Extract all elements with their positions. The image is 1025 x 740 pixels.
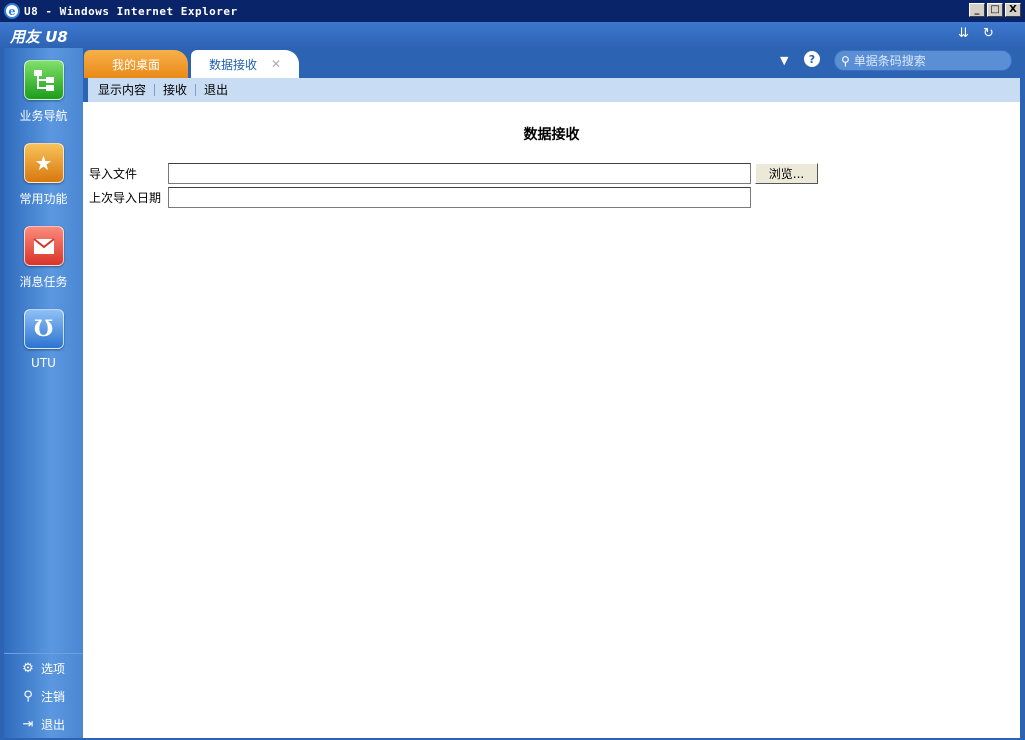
- sidebar-bottom-links: ⚙ 选项 ⚲ 注销 ⇥ 退出: [4, 653, 83, 738]
- utu-icon: Ʊ: [23, 309, 64, 349]
- org-chart-icon: [23, 60, 64, 100]
- tab-bar: 我的桌面 数据接收 ✕ ▼ ? ⚲ 单据条码搜索: [83, 48, 1020, 78]
- page-title: 数据接收: [523, 127, 580, 143]
- app-frame: 用友 U8 ⇊ ↻ 业务导航 ★ 常用功能 消息任务 Ʊ UTU ⚙ 选项 ⚲ …: [0, 22, 1025, 740]
- exit-link[interactable]: ⇥ 退出: [4, 710, 83, 738]
- collapse-menu-icon[interactable]: ⇊: [958, 26, 969, 41]
- search-icon: ⚲: [841, 53, 850, 68]
- mail-check-icon: [23, 226, 64, 266]
- search-placeholder: 单据条码搜索: [853, 54, 926, 68]
- main-content: 数据接收 导入文件 浏览... 上次导入日期: [83, 102, 1020, 738]
- sidebar-item-business-nav[interactable]: 业务导航: [4, 60, 83, 124]
- logout-link[interactable]: ⚲ 注销: [4, 682, 83, 710]
- chevron-down-icon[interactable]: ▼: [780, 54, 788, 67]
- tab-label: 数据接收: [208, 57, 257, 72]
- tab-data-receive[interactable]: 数据接收 ✕: [191, 50, 299, 78]
- toolbar: 显示内容 接收 退出: [83, 78, 1020, 102]
- tab-my-desktop[interactable]: 我的桌面: [84, 50, 188, 78]
- star-folder-icon: ★: [23, 143, 64, 183]
- last-import-date-label: 上次导入日期: [89, 191, 162, 205]
- import-file-label: 导入文件: [89, 167, 138, 181]
- last-import-date-input[interactable]: [168, 187, 751, 208]
- close-button[interactable]: X: [1005, 3, 1021, 17]
- window-titlebar: e U8 - Windows Internet Explorer _ □ X: [0, 0, 1025, 22]
- sidebar-item-message-tasks[interactable]: 消息任务: [4, 226, 83, 290]
- help-icon[interactable]: ?: [804, 51, 820, 67]
- sidebar-item-common-functions[interactable]: ★ 常用功能: [4, 143, 83, 207]
- sidebar-item-label: UTU: [31, 356, 56, 370]
- app-header: 用友 U8 ⇊ ↻: [0, 22, 1025, 48]
- show-content-button[interactable]: 显示内容: [98, 84, 156, 96]
- exit-icon: ⇥: [22, 716, 34, 732]
- import-file-input[interactable]: [168, 163, 751, 184]
- logout-label: 注销: [41, 689, 66, 704]
- key-icon: ⚲: [23, 688, 33, 704]
- minimize-button[interactable]: _: [969, 3, 985, 17]
- sidebar-item-utu[interactable]: Ʊ UTU: [4, 309, 83, 370]
- options-label: 选项: [41, 661, 66, 676]
- gear-icon: ⚙: [22, 660, 34, 676]
- receive-button[interactable]: 接收: [155, 84, 197, 96]
- left-sidebar: 业务导航 ★ 常用功能 消息任务 Ʊ UTU ⚙ 选项 ⚲ 注销 ⇥ 退出: [4, 48, 83, 738]
- exit-label: 退出: [41, 717, 66, 732]
- sidebar-item-label: 常用功能: [19, 192, 68, 206]
- window-title: U8 - Windows Internet Explorer: [24, 4, 238, 18]
- refresh-icon[interactable]: ↻: [983, 26, 994, 41]
- tab-label: 我的桌面: [111, 57, 160, 72]
- browse-button[interactable]: 浏览...: [755, 163, 818, 184]
- brand-logo: 用友 U8: [10, 28, 68, 46]
- options-link[interactable]: ⚙ 选项: [4, 654, 83, 682]
- last-import-date-row: 上次导入日期: [89, 187, 751, 208]
- import-file-row: 导入文件 浏览...: [89, 163, 818, 184]
- exit-button[interactable]: 退出: [196, 84, 236, 96]
- close-tab-icon[interactable]: ✕: [271, 57, 281, 71]
- barcode-search[interactable]: ⚲ 单据条码搜索: [834, 50, 1012, 71]
- maximize-button[interactable]: □: [987, 3, 1003, 17]
- window-controls: _ □ X: [969, 3, 1021, 17]
- sidebar-item-label: 消息任务: [19, 275, 68, 289]
- sidebar-item-label: 业务导航: [19, 109, 68, 123]
- ie-logo-icon: e: [4, 3, 20, 19]
